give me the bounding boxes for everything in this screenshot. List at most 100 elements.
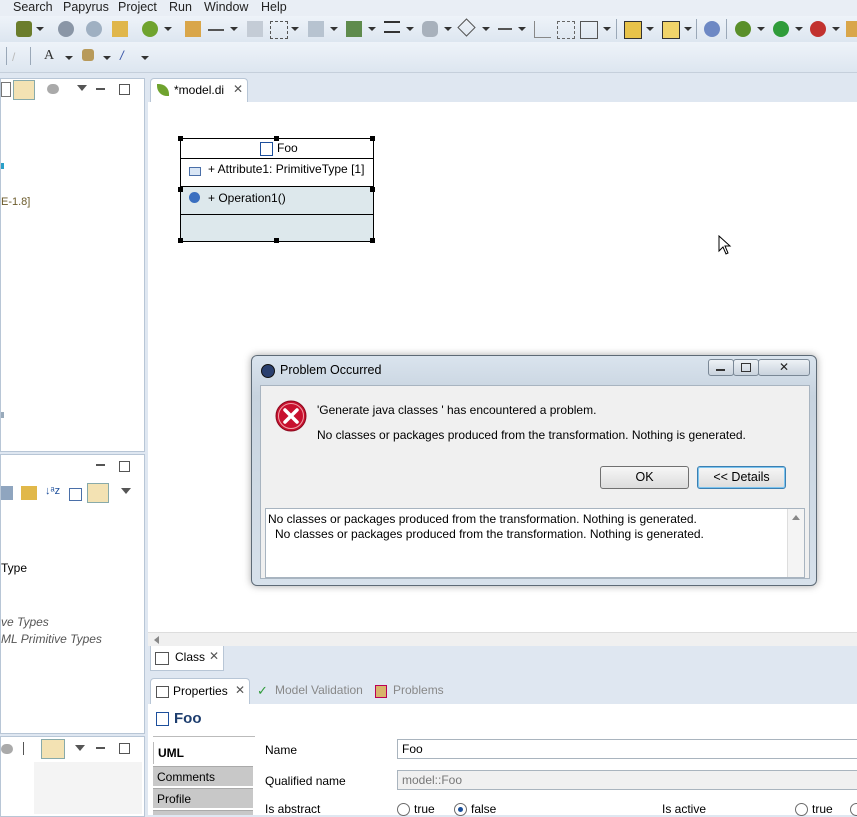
side-tab-comments[interactable]: Comments <box>153 766 253 786</box>
side-tab-more[interactable] <box>153 810 253 815</box>
scroll-up-icon[interactable] <box>792 515 800 520</box>
attribute-label[interactable]: + Attribute1: PrimitiveType [1] <box>208 162 364 176</box>
chevron-down-icon[interactable] <box>518 27 526 31</box>
chevron-down-icon[interactable] <box>832 27 840 31</box>
chevron-down-icon[interactable] <box>164 27 172 31</box>
maximize-icon[interactable] <box>119 84 130 95</box>
chevron-down-icon[interactable] <box>230 27 238 31</box>
validate-icon[interactable] <box>704 21 720 37</box>
name-field[interactable]: Foo <box>397 739 857 759</box>
tree-icon[interactable] <box>346 21 362 37</box>
active-false-radio[interactable] <box>850 803 857 816</box>
chevron-down-icon[interactable] <box>795 27 803 31</box>
chevron-down-icon[interactable] <box>684 27 692 31</box>
maximize-button[interactable] <box>733 359 759 376</box>
resize-handle[interactable] <box>370 187 375 192</box>
close-icon[interactable]: ✕ <box>209 649 219 663</box>
outline-item-uml-primitive-types[interactable]: ML Primitive Types <box>1 632 102 646</box>
operation-label[interactable]: + Operation1() <box>208 191 286 205</box>
menu-search[interactable]: Search <box>13 0 53 14</box>
resize-icon[interactable] <box>498 28 512 30</box>
arrow-icon[interactable] <box>208 21 224 31</box>
active-true-label[interactable]: true <box>812 802 833 816</box>
view-menu-icon[interactable] <box>75 745 85 751</box>
table-icon[interactable] <box>662 21 680 39</box>
close-icon[interactable]: ✕ <box>233 82 243 96</box>
outline-item-type[interactable]: Type <box>1 561 27 575</box>
globe-icon[interactable] <box>86 21 102 37</box>
fill-color-icon[interactable] <box>82 49 94 61</box>
debug-icon[interactable] <box>735 21 751 37</box>
tab-model-validation[interactable]: ✓ Model Validation <box>254 678 366 704</box>
chevron-down-icon[interactable] <box>65 56 73 60</box>
view-menu-icon[interactable] <box>77 85 87 91</box>
abstract-true-radio[interactable] <box>397 803 410 816</box>
connector-icon[interactable] <box>534 21 551 38</box>
active-true-radio[interactable] <box>795 803 808 816</box>
close-button[interactable]: ✕ <box>758 359 810 376</box>
close-icon[interactable]: ✕ <box>235 683 245 697</box>
clipboard-icon[interactable] <box>112 21 128 37</box>
sync-icon[interactable] <box>185 21 201 37</box>
link-icon[interactable] <box>87 483 109 503</box>
abstract-true-label[interactable]: true <box>414 802 435 816</box>
more-icon[interactable] <box>846 21 857 37</box>
jre-label[interactable]: E-1.8] <box>1 196 30 208</box>
link-editor-icon[interactable] <box>13 80 35 100</box>
tab-properties[interactable]: Properties ✕ <box>150 678 250 705</box>
resize-handle[interactable] <box>370 238 375 243</box>
minimize-icon[interactable] <box>96 464 105 466</box>
filter-icon[interactable] <box>1 744 13 754</box>
chevron-down-icon[interactable] <box>368 27 376 31</box>
minimize-icon[interactable] <box>96 747 105 749</box>
pen-icon[interactable]: / <box>12 50 28 66</box>
sort-az-icon[interactable]: ↓ᵃz <box>45 485 60 497</box>
vertical-scrollbar[interactable] <box>787 509 804 577</box>
resize-handle[interactable] <box>178 238 183 243</box>
tree-icon[interactable] <box>23 742 35 755</box>
note-icon[interactable] <box>624 21 642 39</box>
font-color-icon[interactable]: A <box>44 48 60 64</box>
chevron-down-icon[interactable] <box>482 27 490 31</box>
abstract-false-label[interactable]: false <box>471 802 496 816</box>
align-icon[interactable] <box>384 21 400 33</box>
view-menu-icon[interactable] <box>121 488 131 494</box>
tab-problems[interactable]: Problems <box>372 678 452 704</box>
leaf-icon[interactable] <box>142 21 158 37</box>
horizontal-scrollbar[interactable] <box>148 632 857 647</box>
run-icon[interactable] <box>773 21 789 37</box>
resize-handle[interactable] <box>178 136 183 141</box>
ok-button[interactable]: OK <box>600 466 689 489</box>
chevron-down-icon[interactable] <box>330 27 338 31</box>
group-icon[interactable] <box>580 21 598 39</box>
scroll-left-icon[interactable] <box>154 636 159 644</box>
chevron-down-icon[interactable] <box>291 27 299 31</box>
papyrus-icon[interactable] <box>16 21 32 37</box>
chevron-down-icon[interactable] <box>36 27 44 31</box>
details-button[interactable]: << Details <box>697 466 786 489</box>
chevron-down-icon[interactable] <box>444 27 452 31</box>
chevron-down-icon[interactable] <box>646 27 654 31</box>
resize-handle[interactable] <box>370 136 375 141</box>
search-icon[interactable] <box>58 21 74 37</box>
side-tab-profile[interactable]: Profile <box>153 788 253 808</box>
tab-model-di[interactable]: *model.di ✕ <box>150 78 248 103</box>
resize-handle[interactable] <box>274 238 279 243</box>
menu-window[interactable]: Window <box>204 0 248 14</box>
collapse-all-icon[interactable] <box>69 488 82 501</box>
chevron-down-icon[interactable] <box>603 27 611 31</box>
menu-run[interactable]: Run <box>169 0 192 14</box>
minimize-icon[interactable] <box>96 88 105 90</box>
maximize-icon[interactable] <box>119 743 130 754</box>
hand-icon[interactable] <box>422 21 438 37</box>
menu-help[interactable]: Help <box>261 0 287 14</box>
chevron-down-icon[interactable] <box>757 27 765 31</box>
side-tab-uml[interactable]: UML <box>153 742 253 764</box>
maximize-icon[interactable] <box>119 461 130 472</box>
external-tools-icon[interactable] <box>810 21 826 37</box>
filter-icon[interactable] <box>47 84 59 94</box>
select-icon[interactable] <box>270 21 288 39</box>
chevron-down-icon[interactable] <box>103 56 111 60</box>
class-name[interactable]: Foo <box>277 141 298 155</box>
link-icon[interactable] <box>41 739 65 759</box>
